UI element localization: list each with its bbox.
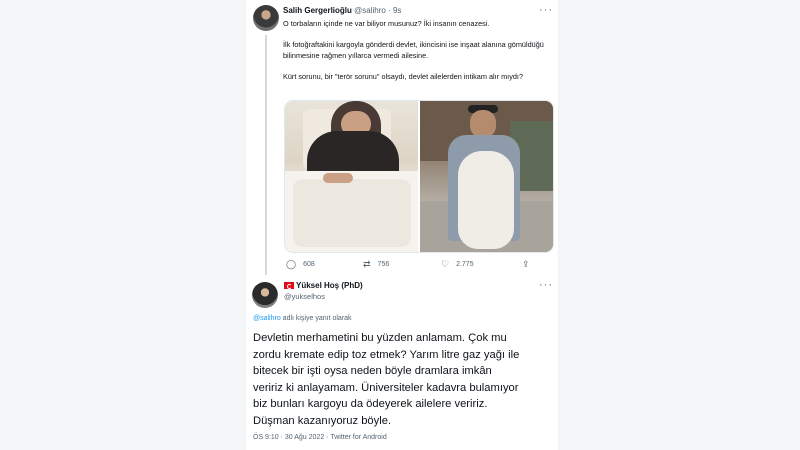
retweet-icon: ⇄ <box>363 259 371 269</box>
reply-action[interactable]: ◯ 608 <box>286 259 315 270</box>
thread-connector-line <box>265 35 267 275</box>
author-name[interactable]: Yüksel Hoş (PhD) <box>296 281 363 290</box>
more-options-icon[interactable]: ··· <box>539 4 553 16</box>
turkey-flag-icon <box>284 282 294 289</box>
separator: · <box>388 6 391 15</box>
like-action[interactable]: ♡ 2.775 <box>441 259 474 270</box>
reply-count: 608 <box>303 261 315 268</box>
photo-man-with-bag[interactable] <box>420 101 553 252</box>
tweet-time[interactable]: 9s <box>393 6 401 15</box>
tweet-line: biz bunları kargoyu da ödeyerek ailelere… <box>253 398 488 411</box>
more-options-icon[interactable]: ··· <box>539 279 553 291</box>
tweet-line: Düşman kazanıyoruz böyle. <box>253 414 392 427</box>
tweet-paragraph: İlk fotoğraftakini kargoyla gönderdi dev… <box>283 40 544 60</box>
reply-icon: ◯ <box>286 259 297 269</box>
tweet-thread-card: Salih Gergerlioğlu @salihro · 9s ··· O t… <box>245 0 559 450</box>
photo-woman-with-bag[interactable] <box>285 101 418 252</box>
share-icon: ⇪ <box>522 259 530 269</box>
tweet-text: O torbaların içinde ne var biliyor musun… <box>283 19 545 83</box>
tweet-header: Salih Gergerlioğlu @salihro · 9s <box>283 6 401 15</box>
reply-label: adlı kişiye yanıt olarak <box>280 315 352 322</box>
tweet-text: Devletin merhametini bu yüzden anlamam. … <box>253 330 553 430</box>
tweet-line: zordu kremate edip toz etmek? Yarım litr… <box>253 348 520 361</box>
reply-handle-link[interactable]: @salihro <box>253 315 281 322</box>
avatar[interactable] <box>253 5 279 31</box>
tweet-paragraph: O torbaların içinde ne var biliyor musun… <box>283 19 490 28</box>
tweet-paragraph: Kürt sorunu, bir "terör sorunu" olsaydı,… <box>283 71 524 81</box>
author-handle[interactable]: @yukselhos <box>284 292 325 301</box>
share-action[interactable]: ⇪ <box>522 259 537 270</box>
like-count: 2.775 <box>456 261 474 268</box>
tweet-line: bitecek bir işti oysa neden böyle dramla… <box>253 365 492 378</box>
avatar[interactable] <box>252 282 278 308</box>
author-name-row[interactable]: Yüksel Hoş (PhD) <box>284 281 363 290</box>
heart-icon: ♡ <box>441 259 450 269</box>
tweet-media[interactable] <box>284 100 554 253</box>
retweet-count: 756 <box>377 261 390 268</box>
tweet-line: veririz ki anlayamam. Üniversiteler kada… <box>253 381 519 394</box>
tweet-line: Devletin merhametini bu yüzden anlamam. … <box>253 332 507 344</box>
replying-to: @salihro adlı kişiye yanıt olarak <box>253 315 352 322</box>
author-handle[interactable]: @salihro <box>354 6 386 15</box>
tweet-timestamp-source[interactable]: ÖS 9:10 · 30 Ağu 2022 · Twitter for Andr… <box>253 434 387 441</box>
retweet-action[interactable]: ⇄ 756 <box>363 259 389 270</box>
author-name[interactable]: Salih Gergerlioğlu <box>283 6 352 15</box>
